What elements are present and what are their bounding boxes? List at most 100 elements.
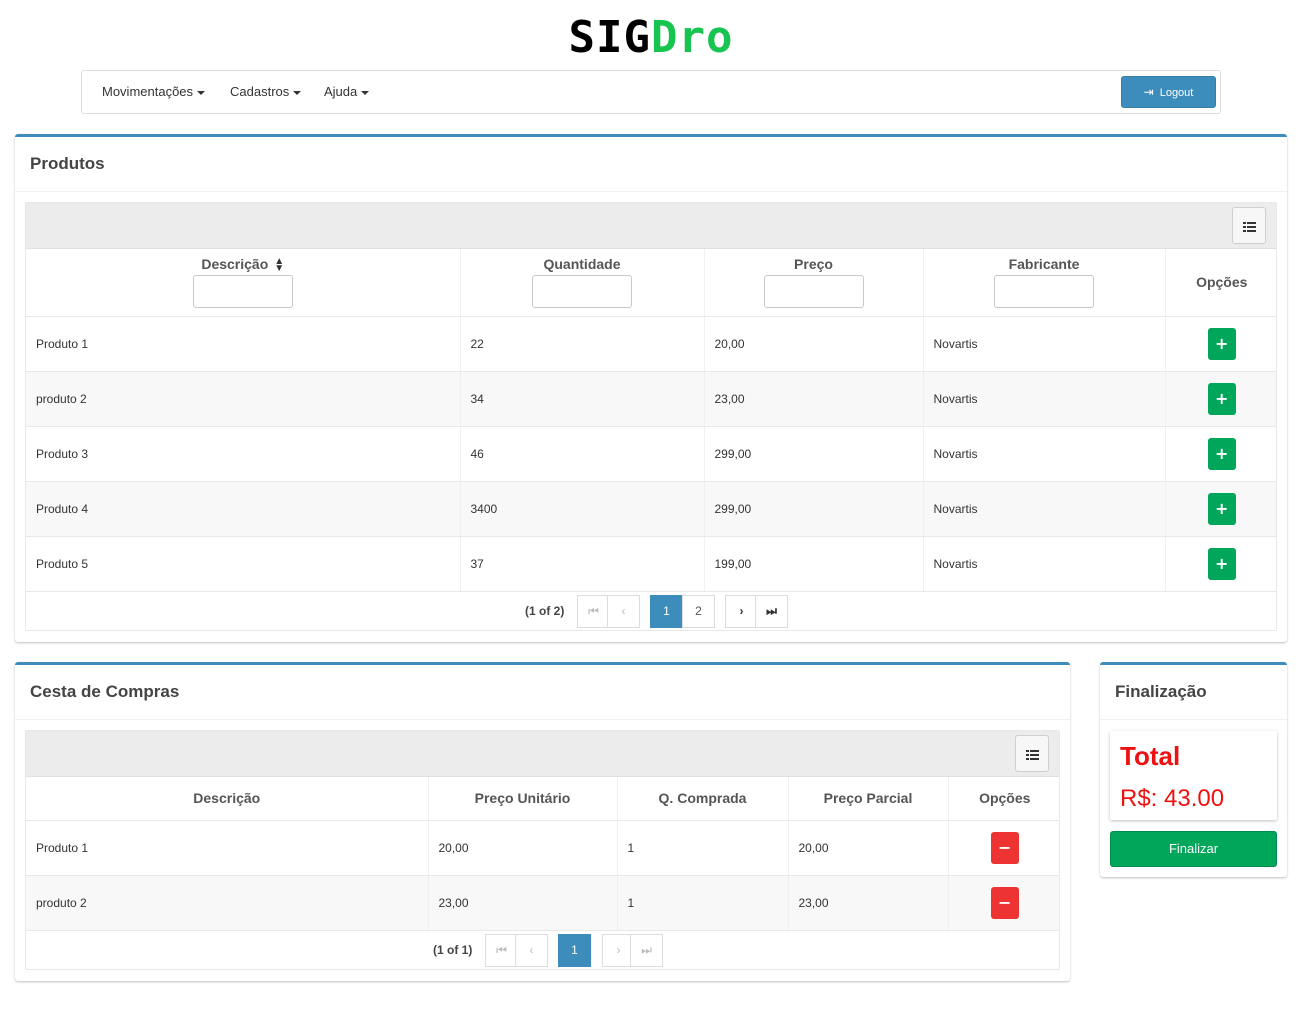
datatable-header [26, 203, 1276, 249]
table-row: Produto 1 20,00 1 20,00 − [26, 820, 1059, 876]
produtos-datatable: Descrição ▲ ▼ Quantidade Preço Fabricante … [25, 202, 1277, 631]
cell-opcoes: + [1165, 426, 1276, 482]
plus-icon: + [1215, 388, 1229, 408]
cell-preco: 23,00 [704, 371, 924, 427]
page-2-button[interactable]: 2 [682, 595, 715, 628]
col-label: Opções [1196, 274, 1248, 291]
caret-down-icon [361, 90, 370, 95]
col-preco-unitario: Preço Unitário [428, 777, 618, 821]
last-page-button[interactable]: ⏭ [755, 595, 788, 628]
cell-preco-unitario: 23,00 [428, 875, 618, 931]
remove-from-cart-button[interactable]: − [990, 831, 1019, 864]
column-toggle-button[interactable] [1232, 207, 1266, 244]
menu-movimentacoes[interactable]: Movimentações [102, 71, 206, 113]
cesta-table: Descrição Preço Unitário Q. Comprada Pre… [26, 777, 1059, 931]
col-label: Preço [794, 256, 833, 273]
plus-icon: + [1215, 498, 1229, 518]
divider [15, 191, 1287, 192]
col-label: Fabricante [1008, 256, 1080, 273]
produtos-panel: Produtos Descrição ▲ ▼ Quantidade Preço Fa… [15, 134, 1287, 642]
logo-part-sig: SIG [568, 12, 651, 63]
cesta-datatable: Descrição Preço Unitário Q. Comprada Pre… [25, 730, 1060, 970]
cell-quantidade: 3400 [460, 481, 705, 537]
last-page-button[interactable]: ⏭ [630, 934, 663, 967]
filter-quantidade-input[interactable] [532, 275, 632, 309]
cell-preco: 299,00 [704, 426, 924, 482]
add-to-cart-button[interactable]: + [1207, 492, 1236, 525]
col-descricao[interactable]: Descrição ▲ ▼ [26, 249, 461, 317]
produtos-title: Produtos [30, 154, 105, 173]
page-report: (1 of 2) [525, 604, 565, 618]
first-page-button[interactable]: ⏮ [485, 934, 518, 967]
col-opcoes: Opções [948, 777, 1059, 821]
cell-preco: 299,00 [704, 481, 924, 537]
table-row: produto 2 34 23,00 Novartis + [26, 371, 1276, 427]
cell-opcoes: + [1165, 316, 1276, 372]
prev-page-button[interactable]: ‹ [607, 595, 640, 628]
logout-button[interactable]: ⇥ Logout [1121, 76, 1216, 108]
cell-opcoes: + [1165, 536, 1276, 592]
first-page-button[interactable]: ⏮ [577, 595, 610, 628]
cell-descricao: Produto 1 [26, 820, 429, 876]
next-page-button[interactable]: › [725, 595, 758, 628]
logo-part-dro: Dro [651, 12, 734, 63]
page-1-button[interactable]: 1 [650, 595, 683, 628]
caret-down-icon [293, 90, 302, 95]
page-1-button[interactable]: 1 [558, 934, 591, 967]
cell-descricao: Produto 5 [26, 536, 461, 592]
minus-icon: − [998, 892, 1012, 912]
finalizacao-panel: Finalização Total R$: 43.00 Finalizar [1100, 662, 1287, 877]
plus-icon: + [1215, 553, 1229, 573]
filter-descricao-input[interactable] [192, 275, 293, 309]
sort-icon[interactable]: ▲ ▼ [274, 257, 284, 274]
top-navbar: Movimentações Cadastros Ajuda ⇥ Logout [81, 70, 1221, 114]
app-logo: SIGDro [0, 10, 1302, 66]
cell-descricao: produto 2 [26, 875, 429, 931]
menu-ajuda[interactable]: Ajuda [324, 71, 370, 113]
cell-fabricante: Novartis [923, 426, 1166, 482]
cell-fabricante: Novartis [923, 371, 1166, 427]
produtos-paginator: (1 of 2) ⏮ ‹ 1 2 › ⏭ [26, 591, 1276, 630]
add-to-cart-button[interactable]: + [1207, 327, 1236, 360]
add-to-cart-button[interactable]: + [1207, 547, 1236, 580]
logout-label: Logout [1159, 87, 1194, 99]
finalizar-button[interactable]: Finalizar [1110, 831, 1277, 867]
menu-label: Movimentações [102, 84, 194, 99]
total-card: Total R$: 43.00 [1110, 731, 1277, 820]
cell-preco-parcial: 20,00 [788, 820, 949, 876]
col-preco: Preço [704, 249, 924, 317]
add-to-cart-button[interactable]: + [1207, 437, 1236, 470]
cell-q-comprada: 1 [617, 820, 789, 876]
page-report: (1 of 1) [433, 943, 473, 957]
cell-quantidade: 34 [460, 371, 705, 427]
remove-from-cart-button[interactable]: − [990, 886, 1019, 919]
col-descricao: Descrição [26, 777, 429, 821]
col-quantidade: Quantidade [460, 249, 705, 317]
menu-cadastros[interactable]: Cadastros [230, 71, 302, 113]
cell-preco-parcial: 23,00 [788, 875, 949, 931]
add-to-cart-button[interactable]: + [1207, 382, 1236, 415]
total-label: Total [1120, 741, 1181, 771]
cesta-panel: Cesta de Compras Descrição Preço Unitári… [15, 662, 1070, 981]
menu-label: Ajuda [324, 84, 358, 99]
table-row: Produto 3 46 299,00 Novartis + [26, 426, 1276, 482]
col-opcoes: Opções [1165, 249, 1276, 317]
table-row: produto 2 23,00 1 23,00 − [26, 875, 1059, 931]
filter-fabricante-input[interactable] [994, 275, 1094, 309]
cesta-paginator: (1 of 1) ⏮ ‹ 1 › ⏭ [26, 930, 1059, 969]
col-preco-parcial: Preço Parcial [788, 777, 949, 821]
cell-opcoes: + [1165, 371, 1276, 427]
cell-quantidade: 22 [460, 316, 705, 372]
divider [1100, 719, 1287, 720]
prev-page-button[interactable]: ‹ [515, 934, 548, 967]
col-q-comprada: Q. Comprada [617, 777, 789, 821]
column-toggle-button[interactable] [1015, 735, 1049, 772]
filter-preco-input[interactable] [763, 275, 864, 309]
cell-preco-unitario: 20,00 [428, 820, 618, 876]
cell-preco: 199,00 [704, 536, 924, 592]
total-value: R$: 43.00 [1120, 785, 1225, 812]
cell-fabricante: Novartis [923, 316, 1166, 372]
plus-icon: + [1215, 333, 1229, 353]
cell-opcoes: − [948, 820, 1059, 876]
col-label: Descrição [201, 256, 269, 273]
